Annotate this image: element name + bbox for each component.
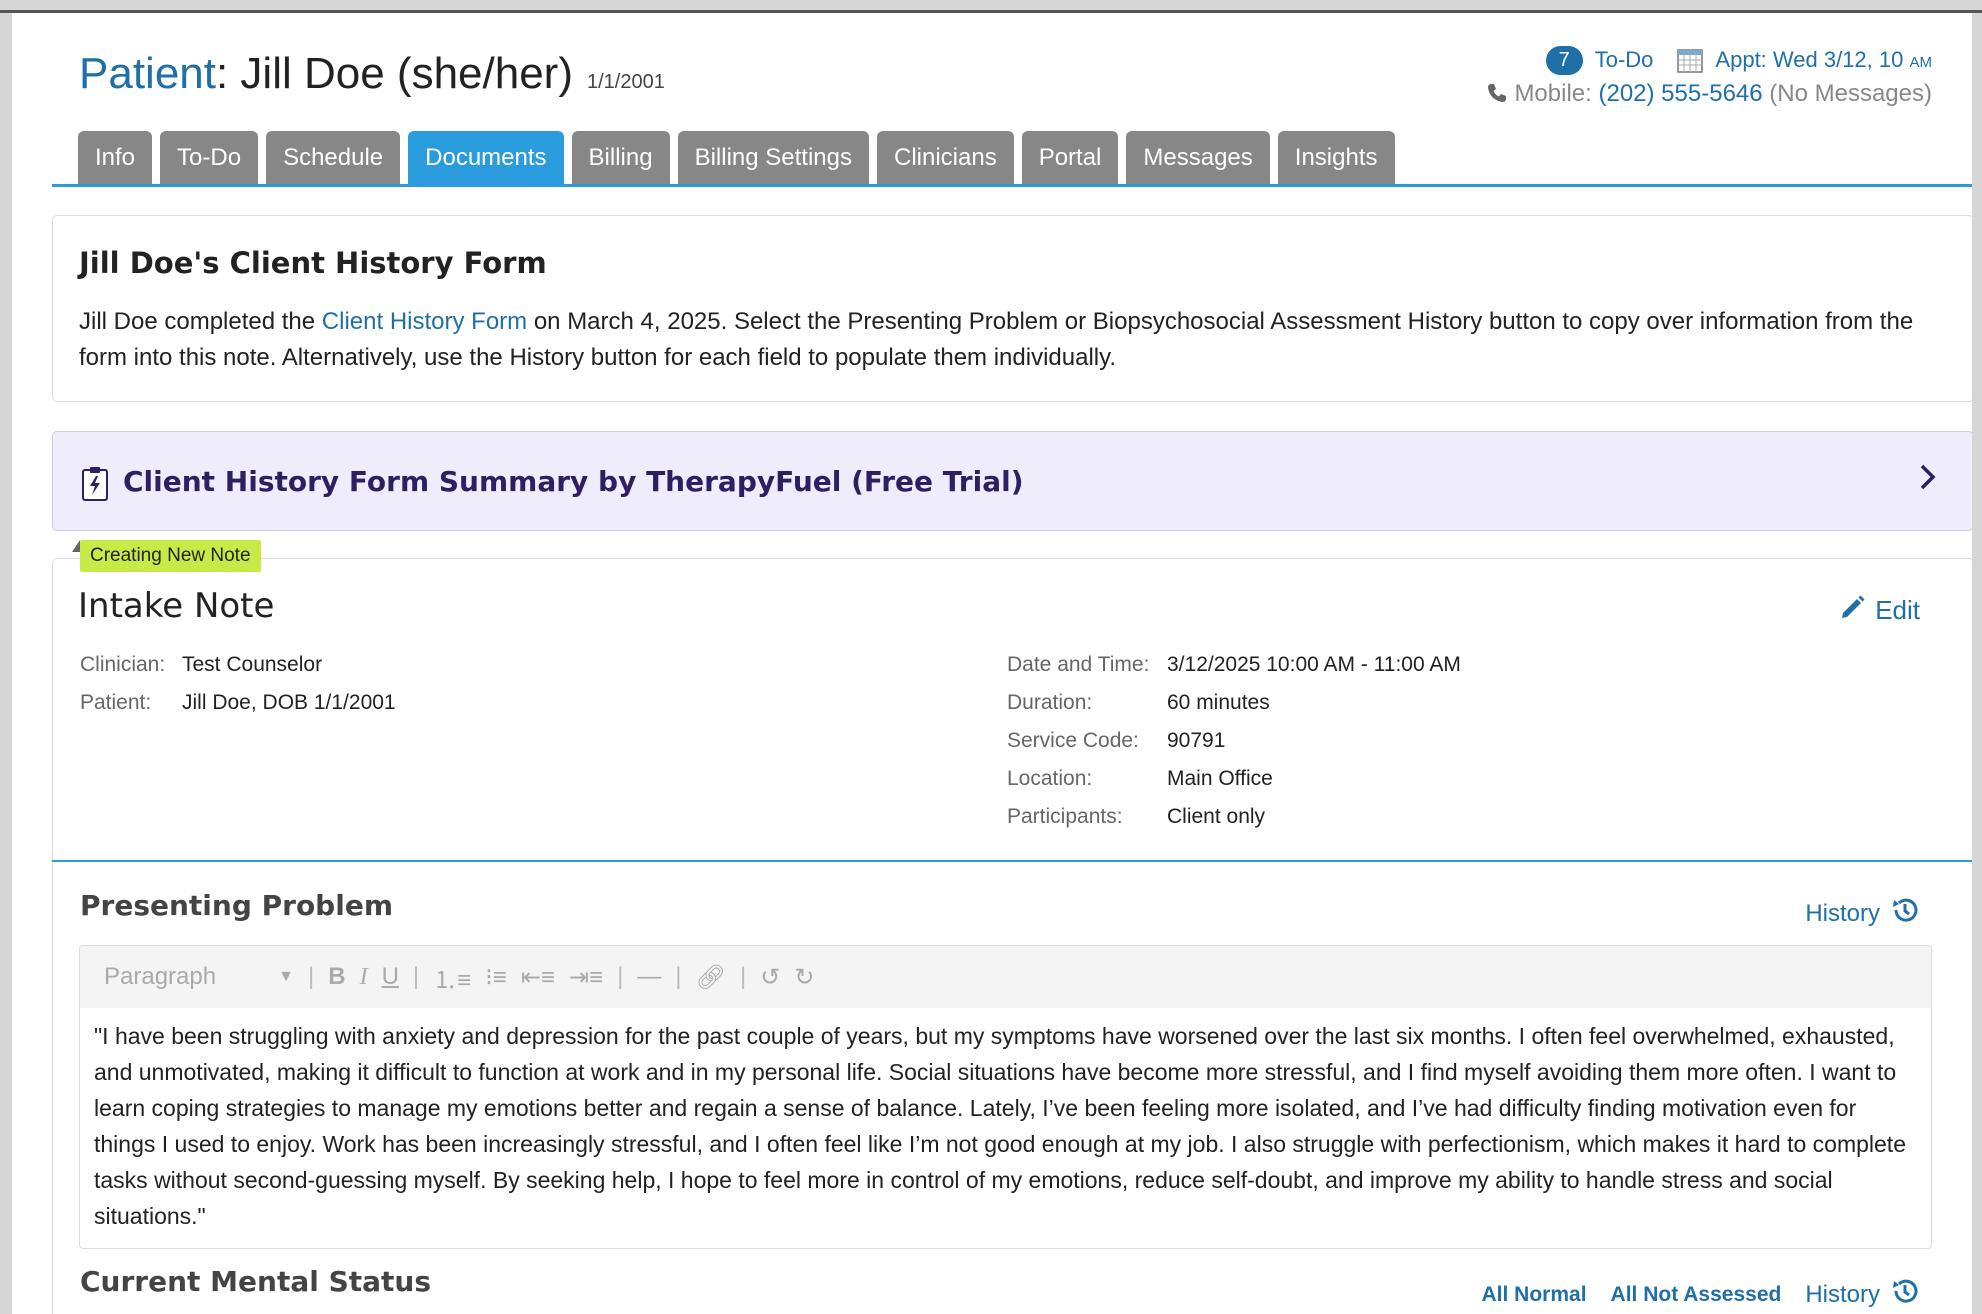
form-card-text: Jill Doe completed the Client History Fo… [79, 308, 1914, 371]
redo-icon[interactable]: ↻ [794, 963, 814, 992]
tab-documents[interactable]: Documents [408, 131, 564, 184]
client-history-form-link[interactable]: Client History Form [322, 308, 527, 335]
note-title: Intake Note [78, 586, 275, 626]
edit-label: Edit [1875, 595, 1920, 625]
patient-tabs: Info To-Do Schedule Documents Billing Billing… [78, 131, 1395, 184]
chevron-right-icon[interactable] [1919, 462, 1937, 499]
italic-icon[interactable]: I [360, 964, 368, 991]
client-history-form-card: Jill Doe's Client History Form Jill Doe … [52, 215, 1972, 402]
pencil-icon [1839, 593, 1867, 628]
patient-name: : Jill Doe (she/her) [215, 49, 573, 98]
tab-info[interactable]: Info [78, 131, 153, 184]
clinician-value: Test Counselor [182, 653, 323, 676]
mobile-label: Mobile: [1514, 80, 1592, 107]
page-title: Patient: Jill Doe (she/her) 1/1/2001 [79, 49, 665, 99]
paragraph-format-select[interactable]: Paragraph ▼ [104, 963, 294, 991]
bold-icon[interactable]: B [328, 963, 345, 991]
presenting-problem-editor[interactable]: Paragraph ▼ | B I U | ⒈≡ ⁝≡ ⇤≡ ⇥≡ | — | 🔗… [79, 945, 1932, 1249]
editor-toolbar: Paragraph ▼ | B I U | ⒈≡ ⁝≡ ⇤≡ ⇥≡ | — | 🔗… [80, 946, 1931, 1008]
numbered-list-icon[interactable]: ⒈≡ [433, 960, 471, 995]
bullet-list-icon[interactable]: ⁝≡ [485, 963, 507, 992]
presenting-problem-text[interactable]: "I have been struggling with anxiety and… [80, 1008, 1931, 1244]
tab-billing-settings[interactable]: Billing Settings [677, 131, 869, 184]
edit-button[interactable]: Edit [1839, 593, 1920, 628]
creating-note-flag: Creating New Note [80, 540, 261, 572]
section-divider [52, 860, 1972, 862]
all-not-assessed-link[interactable]: All Not Assessed [1611, 1283, 1782, 1307]
patient-label: Patient [79, 49, 216, 98]
page-frame: Patient: Jill Doe (she/her) 1/1/2001 7 To… [12, 13, 1972, 1314]
patient-dob: 1/1/2001 [587, 71, 665, 93]
appointment-link[interactable]: Appt: Wed 3/12, 10 AM [1715, 47, 1932, 73]
todo-count-badge[interactable]: 7 [1545, 45, 1583, 75]
header-info: 7 To-Do Appt: Wed 3/12, 10 AM Mobile: (2… [1486, 43, 1932, 111]
mental-status-heading: Current Mental Status [80, 1265, 431, 1298]
history-icon [1890, 895, 1920, 932]
location-value: Main Office [1167, 767, 1273, 790]
mobile-number-link[interactable]: (202) 555-5646 [1598, 80, 1762, 107]
participants-value: Client only [1167, 805, 1266, 828]
mental-status-history-button[interactable]: History [1805, 1276, 1920, 1313]
tab-insights[interactable]: Insights [1277, 131, 1395, 184]
tab-schedule[interactable]: Schedule [266, 131, 401, 184]
tab-portal[interactable]: Portal [1021, 131, 1119, 184]
outdent-icon[interactable]: ⇤≡ [521, 963, 555, 992]
patient-value: Jill Doe, DOB 1/1/2001 [182, 691, 396, 714]
mental-status-actions: All Normal All Not Assessed History [1482, 1276, 1920, 1313]
presenting-problem-heading: Presenting Problem [80, 889, 393, 922]
calendar-icon [1677, 47, 1704, 73]
flag-corner [72, 540, 80, 552]
summary-banner-title: Client History Form Summary by TherapyFu… [123, 465, 1024, 498]
horizontal-rule-icon[interactable]: — [637, 963, 661, 991]
tab-underline [52, 184, 1972, 187]
service-code-value: 90791 [1167, 729, 1226, 752]
tab-billing[interactable]: Billing [571, 131, 670, 184]
tab-to-do[interactable]: To-Do [160, 131, 259, 184]
underline-icon[interactable]: U [382, 963, 399, 991]
history-summary-banner[interactable]: Client History Form Summary by TherapyFu… [52, 431, 1972, 531]
datetime-value: 3/12/2025 10:00 AM - 11:00 AM [1167, 653, 1461, 676]
form-card-title: Jill Doe's Client History Form [79, 246, 547, 280]
indent-icon[interactable]: ⇥≡ [569, 963, 603, 992]
all-normal-link[interactable]: All Normal [1482, 1283, 1587, 1307]
undo-icon[interactable]: ↺ [760, 963, 780, 992]
link-icon[interactable]: 🔗︎ [696, 963, 726, 992]
presenting-problem-history-button[interactable]: History [1805, 895, 1920, 932]
clipboard-icon [81, 465, 109, 501]
note-meta-right: Date and Time: 3/12/2025 10:00 AM - 11:00… [1007, 653, 1461, 828]
mobile-messages-note: (No Messages) [1769, 80, 1932, 107]
history-icon [1890, 1276, 1920, 1313]
todo-link[interactable]: To-Do [1595, 47, 1654, 73]
note-meta-left: Clinician: Test Counselor Patient: Jill Do… [80, 653, 396, 714]
tab-clinicians[interactable]: Clinicians [876, 131, 1014, 184]
duration-value: 60 minutes [1167, 691, 1270, 714]
tab-messages[interactable]: Messages [1126, 131, 1270, 184]
browser-top-edge [0, 0, 1982, 13]
phone-icon [1486, 82, 1508, 111]
